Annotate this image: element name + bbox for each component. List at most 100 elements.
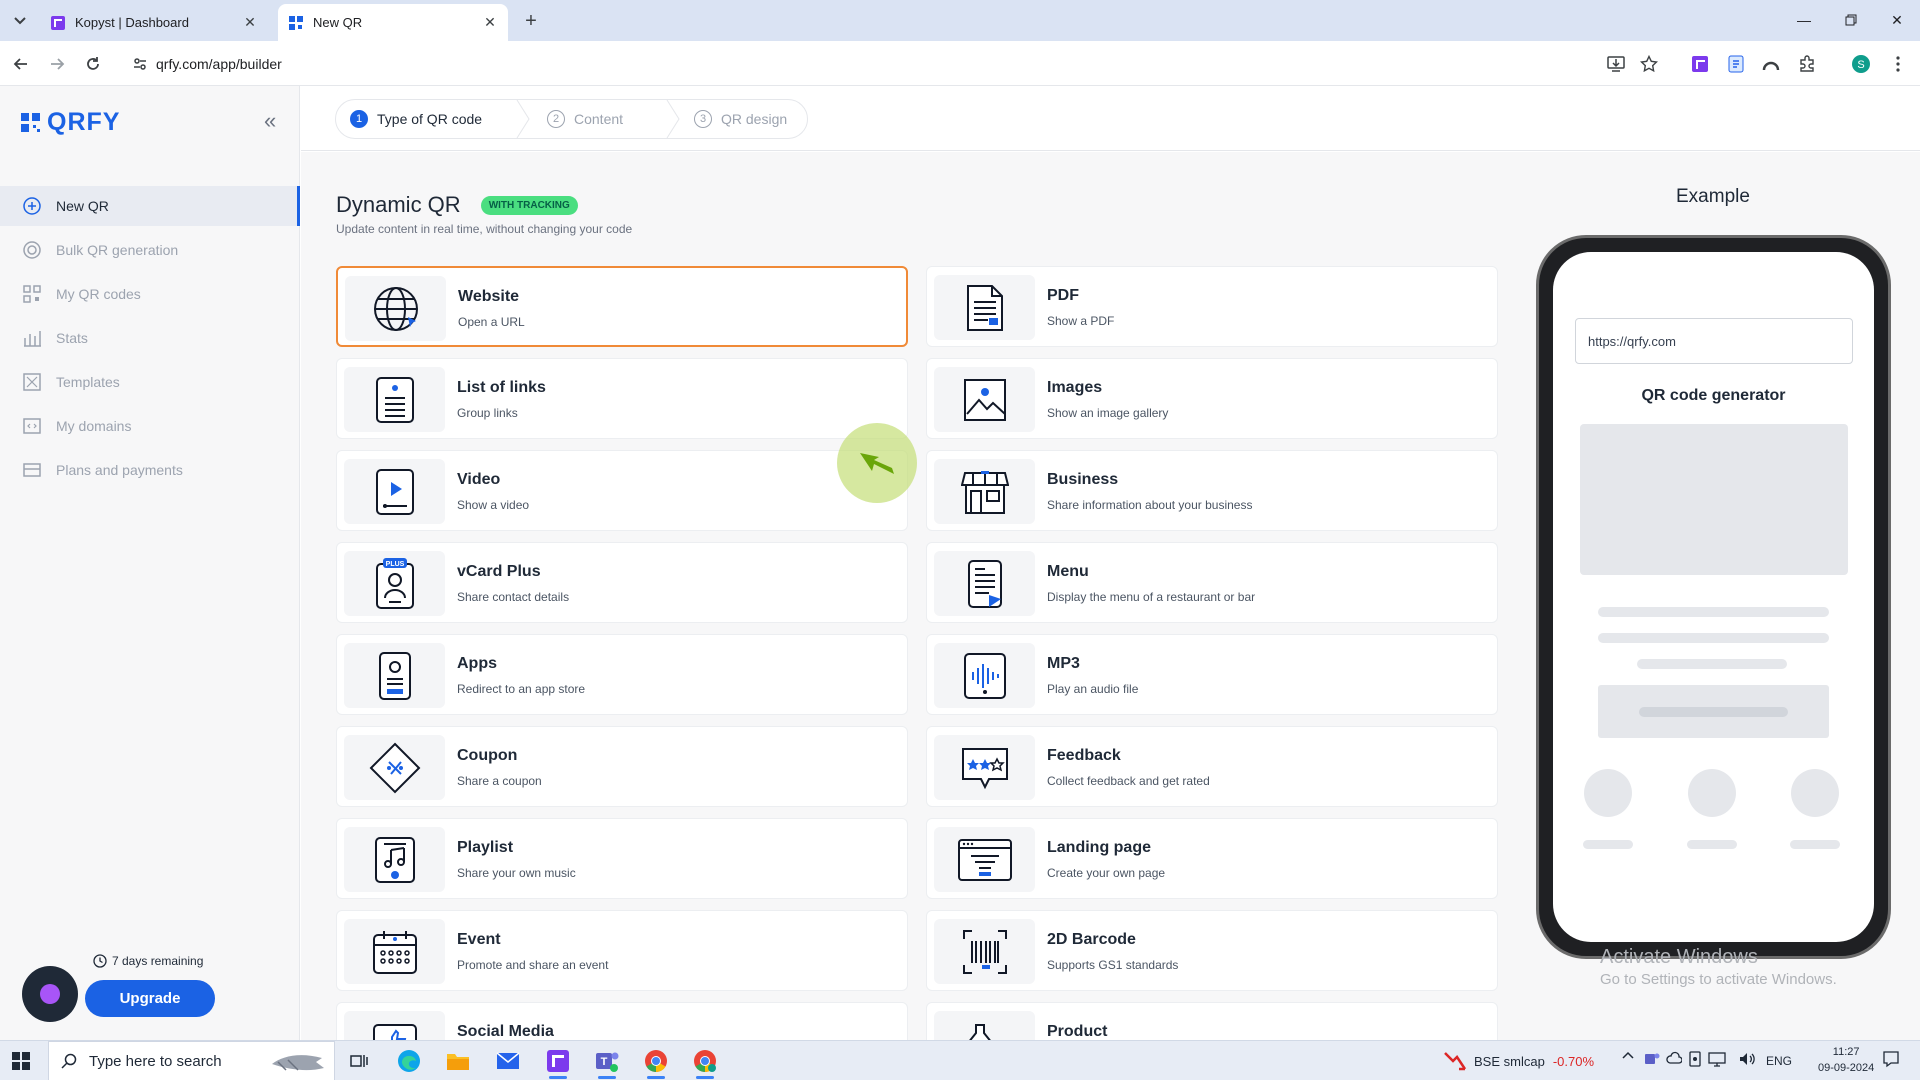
notification-icon[interactable] [1882, 1050, 1900, 1068]
close-window-button[interactable]: ✕ [1884, 8, 1910, 32]
collapse-sidebar-button[interactable]: « [264, 108, 276, 134]
calendar-icon [344, 919, 445, 984]
arrow-right-icon [51, 58, 65, 70]
sidebar-item-label: My QR codes [56, 286, 141, 302]
browser-tab-active[interactable]: New QR ✕ [278, 4, 508, 41]
start-button[interactable] [12, 1052, 30, 1070]
qr-type-card-menu[interactable]: Menu Display the menu of a restaurant or… [926, 542, 1498, 623]
qr-type-card-video[interactable]: Video Show a video [336, 450, 908, 531]
qr-type-card-apps[interactable]: Apps Redirect to an app store [336, 634, 908, 715]
teams-tray-icon[interactable] [1644, 1051, 1660, 1067]
qr-type-card-playlist[interactable]: Playlist Share your own music [336, 818, 908, 899]
sidebar-item-new-qr[interactable]: New QR [0, 186, 300, 226]
sidebar-item-templates[interactable]: Templates [0, 362, 300, 402]
device-icon[interactable] [1688, 1051, 1702, 1067]
card-title: Business [1047, 471, 1119, 488]
reload-button[interactable] [80, 51, 106, 77]
restore-button[interactable] [1838, 8, 1864, 32]
taskbar-edge[interactable] [394, 1047, 424, 1075]
search-placeholder: Type here to search [89, 1052, 222, 1070]
taskbar-chrome-profile[interactable] [690, 1047, 720, 1079]
extension-button[interactable] [1759, 52, 1783, 76]
product-icon [934, 1011, 1035, 1040]
url-bar[interactable]: qrfy.com/app/builder [122, 47, 1632, 81]
qrfy-favicon-icon [289, 15, 303, 30]
qr-type-card-list-of-links[interactable]: List of links Group links [336, 358, 908, 439]
card-description: Show a video [457, 498, 530, 512]
taskbar-file-explorer[interactable] [443, 1047, 473, 1075]
stock-change: -0.70% [1552, 1053, 1595, 1069]
tab-search-dropdown[interactable] [8, 10, 32, 32]
qr-type-card-2d-barcode[interactable]: 2D Barcode Supports GS1 standards [926, 910, 1498, 991]
chevron-up-icon[interactable] [1622, 1051, 1634, 1059]
preview-text-line [1598, 633, 1829, 643]
preview-social-label [1790, 840, 1840, 849]
stock-widget[interactable]: BSE smlcap -0.70% [1444, 1051, 1594, 1071]
qr-type-card-vcard-plus[interactable]: PLUS vCard Plus Share contact details [336, 542, 908, 623]
step-type-of-qr[interactable]: 1 Type of QR code [350, 100, 482, 138]
sidebar-item-bulk-qr[interactable]: Bulk QR generation [0, 230, 300, 270]
step-qr-design[interactable]: 3 QR design [694, 100, 787, 138]
back-button[interactable] [8, 51, 34, 77]
step-number: 2 [547, 110, 565, 128]
browser-tab[interactable]: Kopyst | Dashboard ✕ [40, 4, 268, 41]
extensions-menu-button[interactable] [1795, 52, 1819, 76]
qr-type-card-business[interactable]: Business Share information about your bu… [926, 450, 1498, 531]
search-highlight-icon [272, 1055, 324, 1071]
close-icon[interactable]: ✕ [242, 14, 258, 31]
network-icon[interactable] [1708, 1051, 1726, 1067]
qr-grid-icon [22, 284, 42, 304]
qr-type-card-pdf[interactable]: PDF Show a PDF [926, 266, 1498, 347]
chrome-profile-icon [694, 1050, 716, 1072]
qr-type-card-event[interactable]: Event Promote and share an event [336, 910, 908, 991]
chevron-down-icon [14, 17, 26, 25]
sidebar-item-stats[interactable]: Stats [0, 318, 300, 358]
site-info-icon[interactable] [132, 56, 148, 72]
forward-button[interactable] [44, 51, 70, 77]
sidebar-item-my-domains[interactable]: My domains [0, 406, 300, 446]
new-tab-button[interactable]: + [519, 9, 543, 33]
card-description: Open a URL [458, 315, 525, 329]
qr-type-card-feedback[interactable]: Feedback Collect feedback and get rated [926, 726, 1498, 807]
qr-type-card-mp3[interactable]: MP3 Play an audio file [926, 634, 1498, 715]
close-icon[interactable]: ✕ [482, 14, 498, 31]
sidebar-item-my-qr-codes[interactable]: My QR codes [0, 274, 300, 314]
minimize-button[interactable]: — [1791, 8, 1817, 32]
bookmark-button[interactable] [1637, 52, 1661, 76]
qr-type-card-website[interactable]: Website Open a URL [336, 266, 908, 347]
profile-button[interactable]: S [1849, 52, 1873, 76]
browser-menu-button[interactable] [1886, 52, 1910, 76]
taskbar-teams[interactable]: T [592, 1047, 622, 1079]
step-content[interactable]: 2 Content [547, 100, 623, 138]
qr-type-card-landing-page[interactable]: Landing page Create your own page [926, 818, 1498, 899]
qrfy-logo[interactable]: QRFY [21, 108, 120, 137]
extension-button[interactable] [1724, 52, 1748, 76]
sidebar-item-plans-payments[interactable]: Plans and payments [0, 450, 300, 490]
qr-type-card-social-media[interactable]: Social Media [336, 1002, 908, 1040]
qr-type-card-images[interactable]: Images Show an image gallery [926, 358, 1498, 439]
social-icon [344, 1011, 445, 1040]
vcard-icon: PLUS [344, 551, 445, 616]
card-icon [22, 460, 42, 480]
upgrade-button[interactable]: Upgrade [85, 980, 215, 1017]
language-indicator[interactable]: ENG [1766, 1054, 1792, 1068]
qr-type-card-product[interactable]: Product [926, 1002, 1498, 1040]
sidebar-item-label: Templates [56, 374, 120, 390]
cloud-icon[interactable] [1666, 1051, 1682, 1065]
preview-social-circle [1688, 769, 1736, 817]
taskbar-chrome[interactable] [641, 1047, 671, 1079]
user-avatar[interactable] [22, 966, 78, 1022]
coupon-icon [344, 735, 445, 800]
extension-kopyst-button[interactable] [1688, 52, 1712, 76]
task-view-button[interactable] [344, 1047, 374, 1075]
system-clock[interactable]: 11:27 09-09-2024 [1818, 1044, 1874, 1076]
preview-social-label [1583, 840, 1633, 849]
sidebar-item-label: My domains [56, 418, 132, 434]
qr-type-card-coupon[interactable]: Coupon Share a coupon [336, 726, 908, 807]
taskbar-kopyst[interactable] [543, 1047, 573, 1079]
volume-icon[interactable] [1738, 1051, 1756, 1067]
taskbar-mail[interactable] [493, 1047, 523, 1075]
card-description: Share a coupon [457, 774, 542, 788]
install-app-button[interactable] [1604, 52, 1628, 76]
taskbar-search[interactable]: Type here to search [48, 1041, 335, 1080]
